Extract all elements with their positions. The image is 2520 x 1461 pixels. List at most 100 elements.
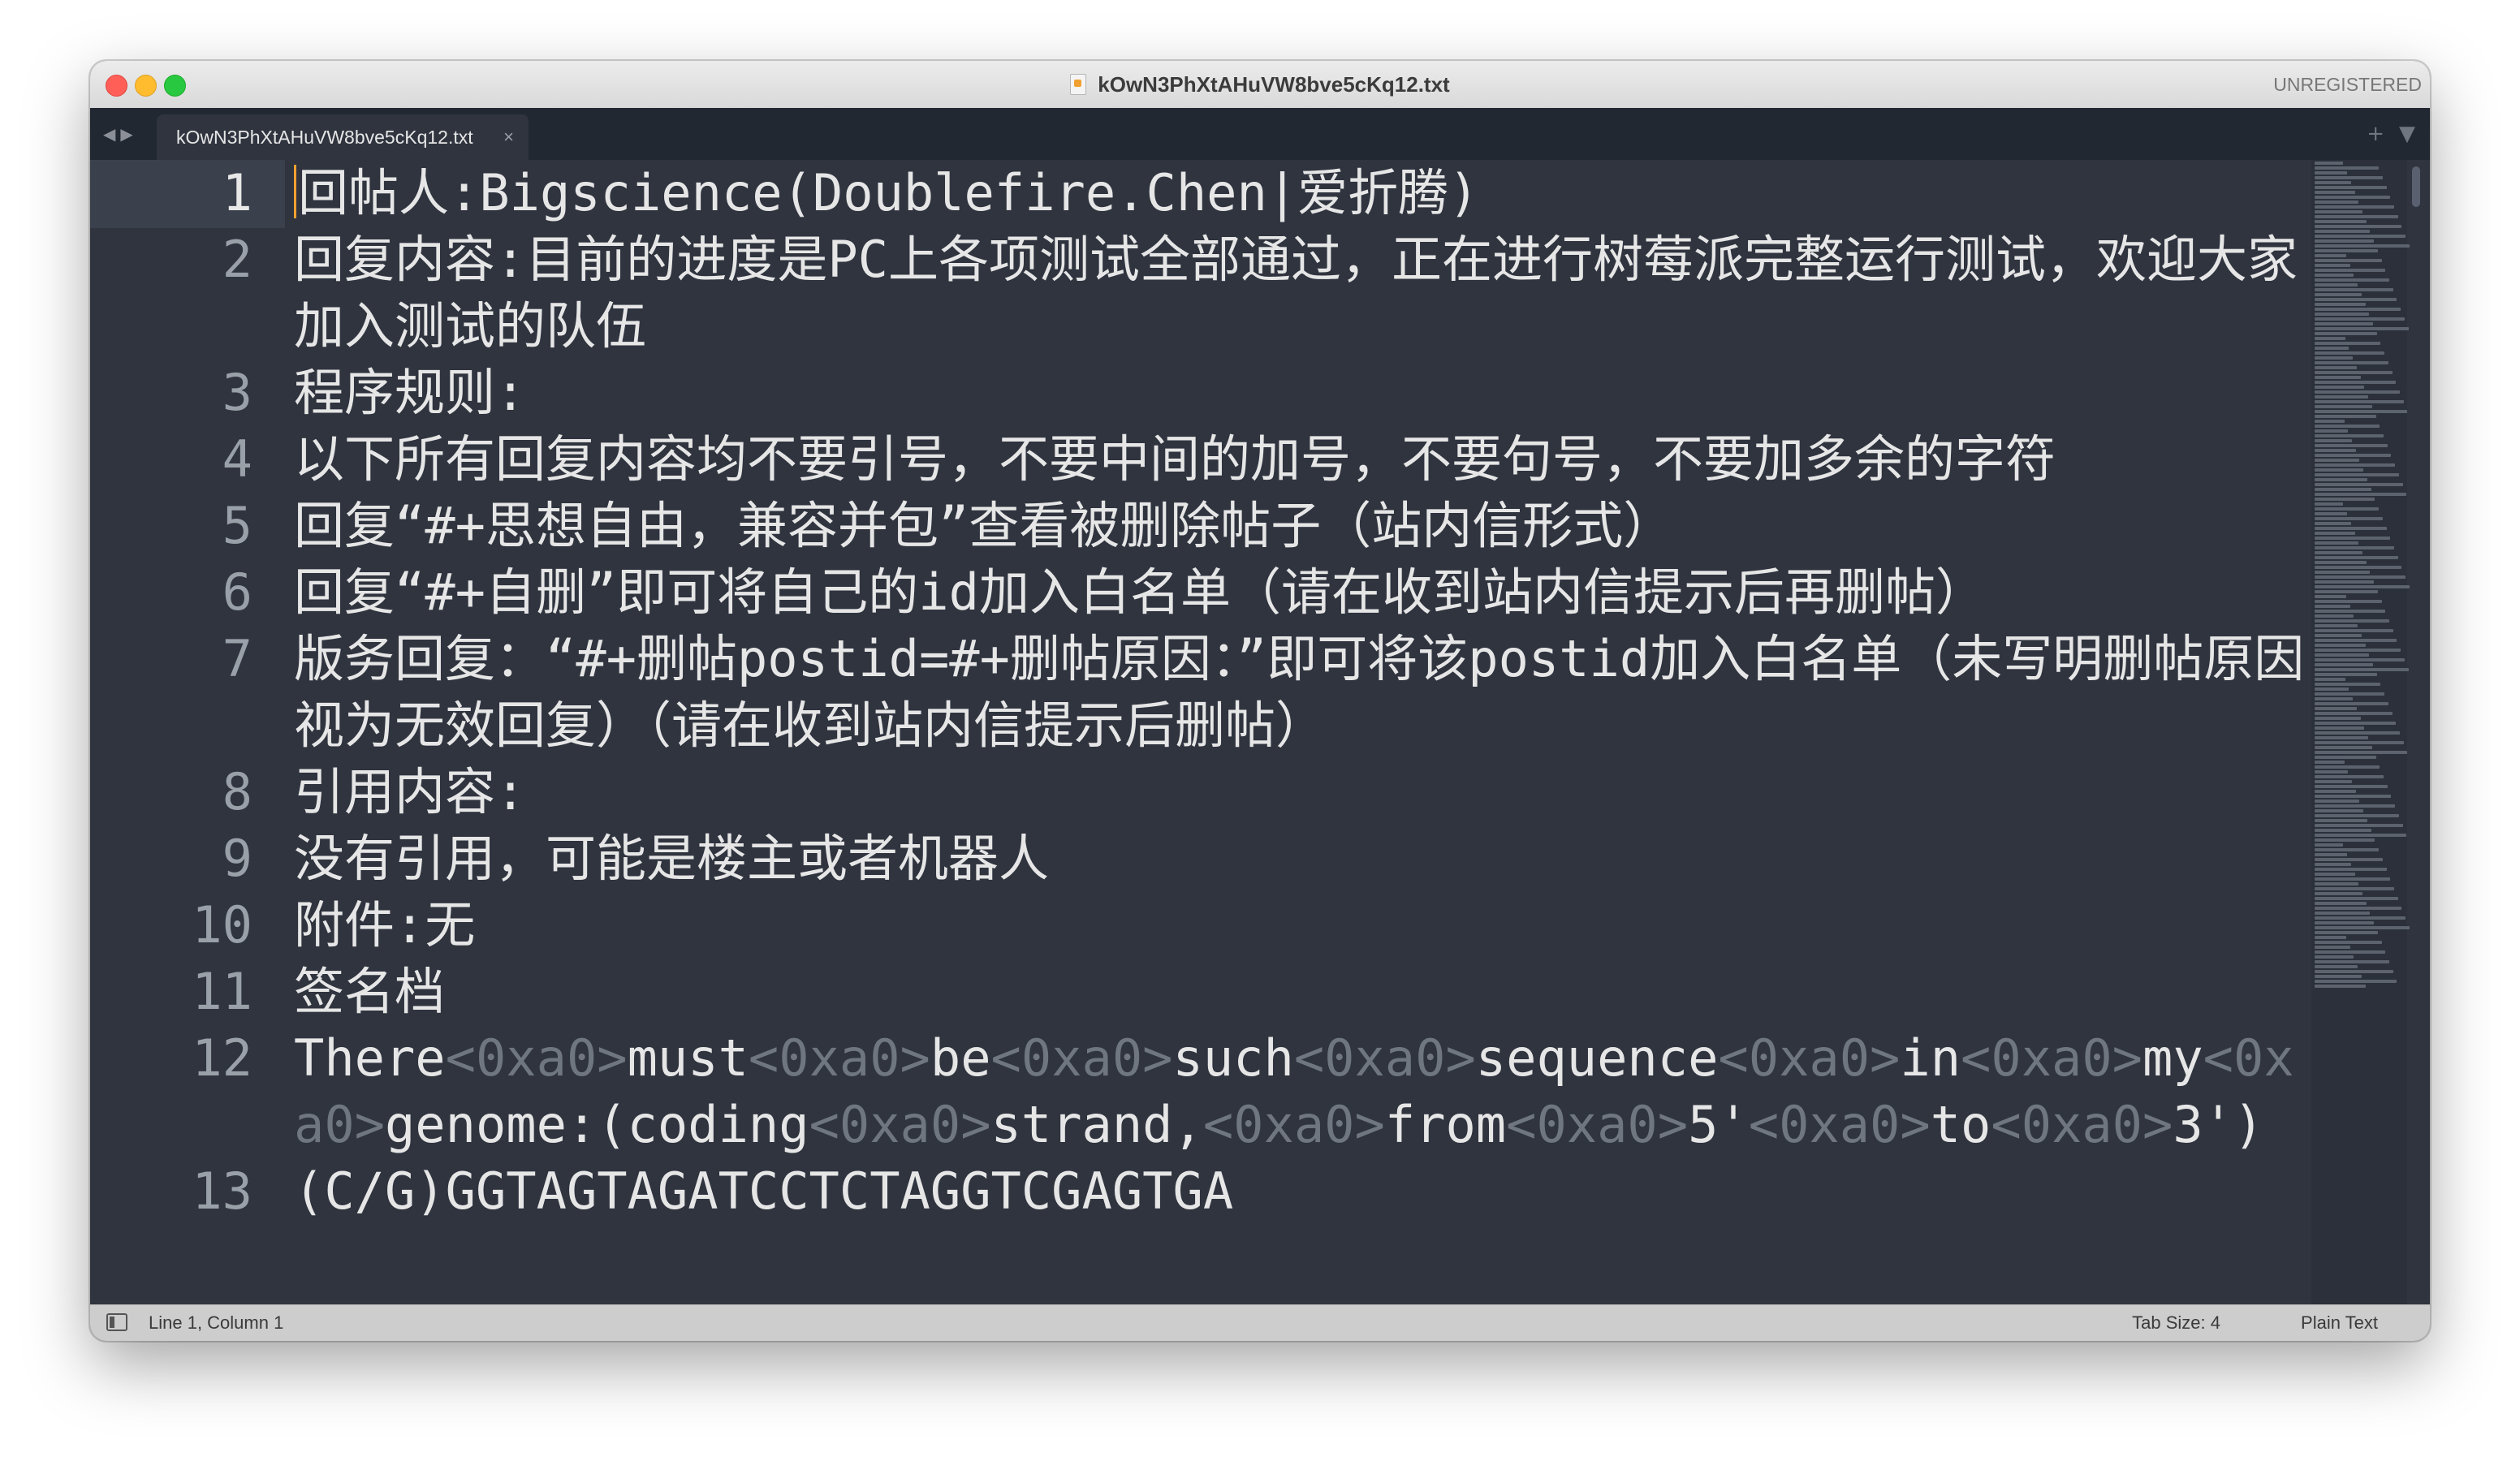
minimap-row [2315,235,2406,238]
editor-line[interactable]: 1 回帖人:Bigscience(Doublefire.Chen|爱折腾) [90,160,2282,226]
editor-line[interactable]: 4 以下所有回复内容均不要引号，不要中间的加号，不要句号，不要加多余的字符 [90,426,2282,493]
line-text[interactable]: 没有引用，可能是楼主或者机器人 [294,825,2315,892]
text-segment: sequence [1475,1028,1719,1088]
minimap-row [2315,332,2377,335]
minimap-row [2315,702,2388,705]
minimap-row [2315,634,2362,637]
minimap-row [2315,848,2380,851]
editor-line[interactable]: 10 附件:无 [90,892,2282,959]
minimap-row [2315,780,2353,783]
minimap-row [2315,965,2358,968]
line-text[interactable]: 以下所有回复内容均不要引号，不要中间的加号，不要句号，不要加多余的字符 [294,426,2315,493]
minimap-row [2315,775,2384,778]
text-segment: 没有引用，可能是楼主或者机器人 [294,829,1050,888]
minimap-row [2315,877,2391,881]
minimap-row [2315,985,2366,988]
minimap-row [2315,556,2398,559]
editor-lines[interactable]: 1 回帖人:Bigscience(Doublefire.Chen|爱折腾) 2 回复内… [90,160,2305,1225]
editor-line[interactable]: 13 (C/G)GGTAGTAGATCCTCTAGGTCGAGTGA [90,1158,2282,1225]
editor-line[interactable]: 11 签名档 [90,959,2282,1025]
line-text[interactable]: 回帖人:Bigscience(Doublefire.Chen|爱折腾) [294,160,2315,226]
line-text[interactable]: There<0xa0>must<0xa0>be<0xa0>such<0xa0>s… [294,1025,2315,1158]
minimap-row [2315,644,2366,647]
new-tab-icon[interactable]: + [2367,122,2384,146]
line-number: 10 [192,895,252,955]
minimap-row [2315,770,2349,774]
minimap-row [2315,663,2373,666]
editor-line[interactable]: 9 没有引用，可能是楼主或者机器人 [90,825,2282,892]
tab-bar: ◀ ▶ kOwN3PhXtAHuVW8bve5cKq12.txt × + ▼ [90,108,2430,160]
minimap-row [2315,342,2381,345]
tab-file[interactable]: kOwN3PhXtAHuVW8bve5cKq12.txt × [157,114,529,160]
editor-line[interactable]: 7 版务回复：“#+删帖postid=#+删帖原因：”即可将该postid加入白名… [90,626,2305,759]
tab-size-selector[interactable]: Tab Size: 4 [2132,1305,2220,1341]
tab-close-icon[interactable]: × [503,114,514,160]
minimap-row [2315,444,2388,447]
minimap-row [2315,756,2376,759]
minimap-row [2315,683,2381,686]
minimap-row [2315,722,2397,725]
nbsp-control-char: <0xa0> [1202,1095,1385,1154]
line-number: 3 [222,363,252,422]
editor-line[interactable]: 2 回复内容:目前的进度是PC上各项测试全部通过，正在进行树莓派完整运行测试，欢迎… [90,226,2298,360]
line-number: 8 [222,762,252,821]
editor-line[interactable]: 3 程序规则: [90,360,2282,426]
minimap-row [2315,751,2408,754]
minimap-row [2315,181,2351,184]
window-title: kOwN3PhXtAHuVW8bve5cKq12.txt [90,61,2430,108]
syntax-selector[interactable]: Plain Text [2301,1305,2378,1341]
line-text[interactable]: 引用内容: [294,759,2315,825]
minimap-row [2315,322,2373,325]
minimap-row [2315,351,2385,355]
nbsp-control-char: <0xa0> [748,1028,930,1088]
line-text[interactable]: 签名档 [294,959,2315,1025]
editor-line[interactable]: 12 There<0xa0>must<0xa0>be<0xa0>such<0xa0… [90,1025,2293,1158]
minimap-row [2315,532,2355,535]
minimap-row [2315,585,2410,588]
line-text[interactable]: 附件:无 [294,892,2315,959]
cursor-position: Line 1, Column 1 [149,1312,284,1333]
minimap-row [2315,561,2367,564]
text-editor[interactable]: 1 回帖人:Bigscience(Doublefire.Chen|爱折腾) 2 回复内… [90,160,2430,1305]
minimap-row [2315,483,2403,486]
line-text[interactable]: 程序规则: [294,360,2315,426]
line-text[interactable]: 版务回复：“#+删帖postid=#+删帖原因：”即可将该postid加入白名单… [294,626,2315,759]
minimap-row [2315,390,2401,394]
minimap-row [2315,765,2380,769]
editor-line[interactable]: 8 引用内容: [90,759,2282,825]
minimap-row [2315,303,2366,306]
text-caret [294,165,296,218]
line-text[interactable]: 回复“#+思想自由，兼容并包”查看被删除帖子（站内信形式） [294,493,2315,559]
line-text[interactable]: 回复“#+自删”即可将自己的id加入白名单（请在收到站内信提示后再删帖） [294,559,2315,626]
minimap-row [2315,376,2361,379]
panel-toggle-icon[interactable] [106,1313,127,1331]
editor-line[interactable]: 6 回复“#+自删”即可将自己的id加入白名单（请在收到站内信提示后再删帖） [90,559,2282,626]
text-segment: 5' [1688,1095,1749,1154]
minimap-row [2315,498,2375,501]
minimap-row [2315,274,2354,277]
tab-menu-icon[interactable]: ▼ [2399,122,2415,146]
minimap-row [2315,186,2387,189]
back-arrow-icon[interactable]: ◀ [103,124,115,144]
minimap-row [2315,386,2365,389]
minimap-row [2315,834,2407,837]
nbsp-control-char: <0xa0> [990,1028,1173,1088]
line-text[interactable]: (C/G)GGTAGTAGATCCTCTAGGTCGAGTGA [294,1158,2315,1225]
minimap[interactable] [2311,160,2410,1305]
minimap-row [2315,858,2383,861]
minimap-row [2315,868,2387,871]
nbsp-control-char: <0xa0> [1293,1028,1476,1088]
nbsp-control-char: <0xa0> [1991,1095,2173,1154]
editor-line[interactable]: 5 回复“#+思想自由，兼容并包”查看被删除帖子（站内信形式） [90,493,2282,559]
forward-arrow-icon[interactable]: ▶ [120,124,132,144]
minimap-row [2315,897,2398,900]
minimap-row [2315,293,2362,296]
line-text[interactable]: 回复内容:目前的进度是PC上各项测试全部通过，正在进行树莓派完整运行测试，欢迎大… [294,226,2315,360]
minimap-row [2315,371,2393,374]
vertical-scrollbar[interactable] [2412,166,2420,207]
minimap-row [2315,960,2390,963]
minimap-row [2315,405,2372,408]
line-number: 9 [222,829,252,888]
window-title-text: kOwN3PhXtAHuVW8bve5cKq12.txt [1098,71,1450,97]
minimap-row [2315,819,2367,822]
